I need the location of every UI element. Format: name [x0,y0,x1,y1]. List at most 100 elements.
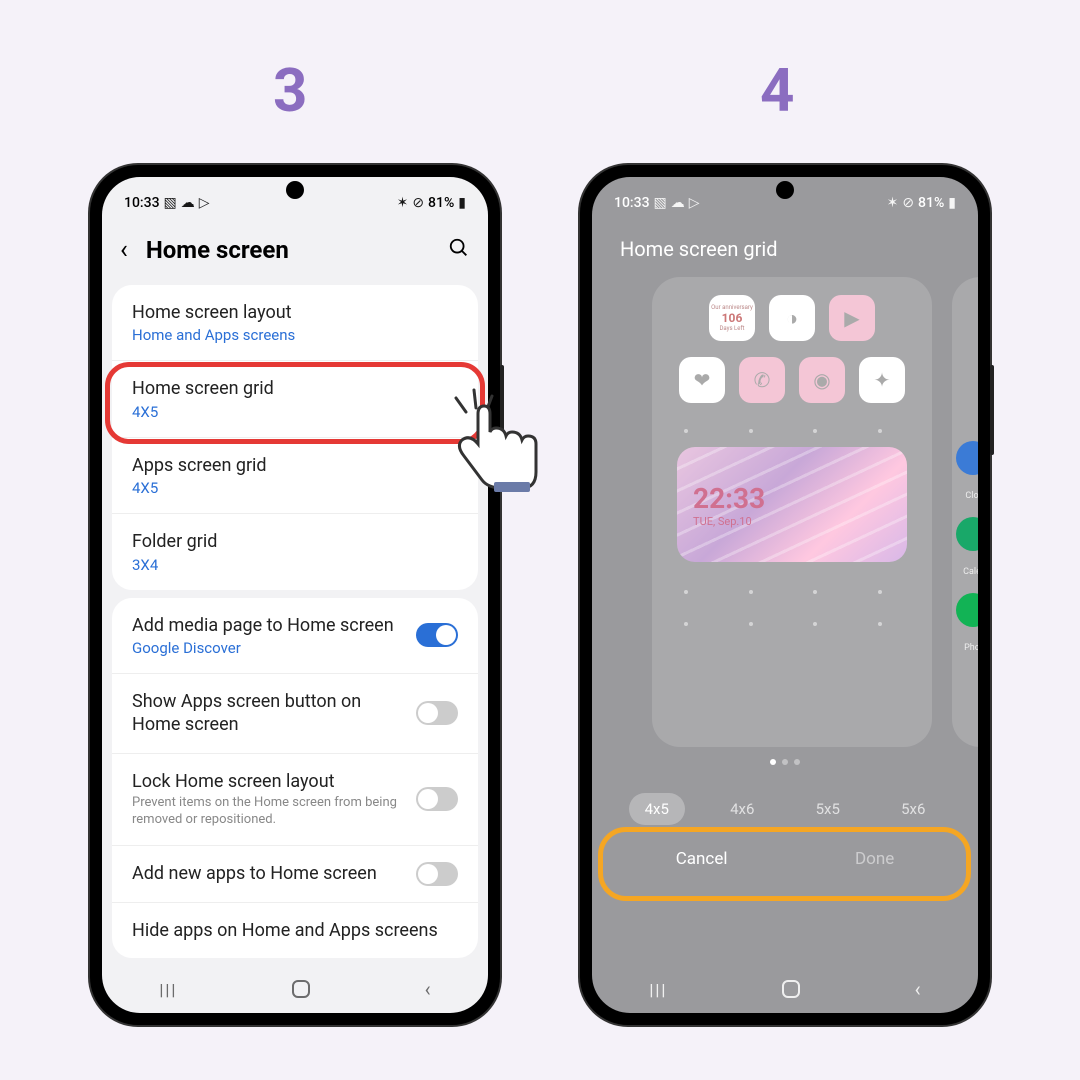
tap-pointer-icon [430,378,550,498]
app-icon: ✦ [859,357,905,403]
row-folder-grid[interactable]: Folder grid 3X4 [112,514,478,589]
page-dot [770,759,776,765]
settings-card-toggles: Add media page to Home screen Google Dis… [112,598,478,959]
cloud-icon: ☁ [671,195,685,211]
android-nav-bar: ||| ‹ [102,965,488,1013]
status-time: 10:33 [614,195,650,211]
screen-settings: 10:33 ▧ ☁ ▷ ✶ ⊘ 81% ▮ ‹ Home screen Home [102,177,488,1013]
widget-time: 22:33 [693,482,907,515]
row-add-new-apps[interactable]: Add new apps to Home screen [112,846,478,903]
countdown-label-bottom: Days Left [719,325,744,332]
row-value: Google Discover [132,639,404,657]
toggle-media-page[interactable] [416,623,458,647]
countdown-number: 106 [722,311,743,325]
status-battery: 81% [918,195,944,211]
nav-recents-icon[interactable]: ||| [649,980,667,999]
home-preview-next-page[interactable]: Clo Cale Pho [952,277,978,747]
row-label: Add media page to Home screen [132,614,404,637]
android-nav-bar: ||| ‹ [592,965,978,1013]
settings-card-grids: Home screen layout Home and Apps screens… [112,285,478,590]
countdown-widget-icon: Our anniversary 106 Days Left [709,295,755,341]
image-icon: ▧ [164,195,177,211]
row-value: Home and Apps screens [132,326,458,344]
row-label: Lock Home screen layout [132,770,404,793]
nav-recents-icon[interactable]: ||| [159,980,177,999]
battery-icon: ▮ [948,195,956,211]
row-label: Hide apps on Home and Apps screens [132,919,458,942]
grid-option-4x5[interactable]: 4x5 [629,793,685,825]
status-battery: 81% [428,195,454,211]
grid-option-4x6[interactable]: 4x6 [714,793,770,825]
grid-option-5x6[interactable]: 5x6 [885,793,941,825]
clock-widget-preview: 22:33 TUE, Sep.10 [677,447,907,562]
toggle-add-new-apps[interactable] [416,862,458,886]
home-preview-page[interactable]: Our anniversary 106 Days Left ◑ ▶ ❤ ✆ ◉ … [652,277,932,747]
row-hide-apps[interactable]: Hide apps on Home and Apps screens [112,903,478,958]
row-label: Show Apps screen button on Home screen [132,690,404,737]
app-icon: ◑ [769,295,815,341]
settings-header: ‹ Home screen [102,217,488,277]
phone-step-4: 10:33 ▧ ☁ ▷ ✶ ⊘ 81% ▮ Home screen grid O… [580,165,990,1025]
search-icon[interactable] [448,237,470,264]
camera-cutout [776,181,794,199]
cloud-icon: ☁ [181,195,195,211]
status-time: 10:33 [124,195,160,211]
widget-date: TUE, Sep.10 [693,515,907,528]
side-label: Cale [956,567,978,577]
row-label: Home screen grid [132,377,458,400]
row-lock-layout[interactable]: Lock Home screen layout Prevent items on… [112,754,478,846]
back-icon[interactable]: ‹ [120,235,128,265]
done-button[interactable]: Done [855,849,894,869]
step-number-4: 4 [760,55,794,126]
battery-icon: ▮ [458,195,466,211]
row-value: 4X5 [132,403,458,421]
grid-option-5x5[interactable]: 5x5 [800,793,856,825]
row-media-page[interactable]: Add media page to Home screen Google Dis… [112,598,478,674]
preview-carousel[interactable]: Our anniversary 106 Days Left ◑ ▶ ❤ ✆ ◉ … [652,267,978,747]
camera-cutout [286,181,304,199]
toggle-show-apps[interactable] [416,701,458,725]
cancel-button[interactable]: Cancel [676,849,728,869]
bottom-action-bar: Cancel Done [592,843,978,869]
row-label: Home screen layout [132,301,458,324]
row-apps-grid[interactable]: Apps screen grid 4X5 [112,438,478,514]
nav-back-icon[interactable]: ‹ [915,977,921,1001]
grid-size-options: 4x5 4x6 5x5 5x6 [592,765,978,843]
row-show-apps-button[interactable]: Show Apps screen button on Home screen [112,674,478,754]
page-dot [794,759,800,765]
play-icon: ▷ [199,195,210,211]
app-icon: ❤ [679,357,725,403]
nav-home-icon[interactable] [292,980,310,998]
row-label: Add new apps to Home screen [132,862,404,885]
row-label: Apps screen grid [132,454,458,477]
grid-picker-title: Home screen grid [592,217,978,267]
row-home-grid[interactable]: Home screen grid 4X5 [112,361,478,437]
row-value: 4X5 [132,479,458,497]
phone-app-icon [956,593,978,627]
clock-app-icon [956,441,978,475]
play-icon: ▷ [689,195,700,211]
page-title: Home screen [146,236,430,264]
app-icon: ▶ [829,295,875,341]
no-data-icon: ⊘ [412,195,424,211]
calendar-app-icon [956,517,978,551]
wifi-icon: ✶ [887,195,899,211]
phone-app-icon: ✆ [739,357,785,403]
step-number-3: 3 [273,55,307,126]
phone-step-3: 10:33 ▧ ☁ ▷ ✶ ⊘ 81% ▮ ‹ Home screen Home [90,165,500,1025]
toggle-lock-layout[interactable] [416,787,458,811]
row-home-layout[interactable]: Home screen layout Home and Apps screens [112,285,478,361]
row-label: Folder grid [132,530,458,553]
screen-grid-picker: 10:33 ▧ ☁ ▷ ✶ ⊘ 81% ▮ Home screen grid O… [592,177,978,1013]
image-icon: ▧ [654,195,667,211]
wifi-icon: ✶ [397,195,409,211]
side-label: Pho [956,643,978,653]
camera-app-icon: ◉ [799,357,845,403]
countdown-label-top: Our anniversary [711,304,753,311]
nav-home-icon[interactable] [782,980,800,998]
nav-back-icon[interactable]: ‹ [425,977,431,1001]
page-dot [782,759,788,765]
no-data-icon: ⊘ [902,195,914,211]
row-description: Prevent items on the Home screen from be… [132,795,404,829]
row-value: 3X4 [132,556,458,574]
